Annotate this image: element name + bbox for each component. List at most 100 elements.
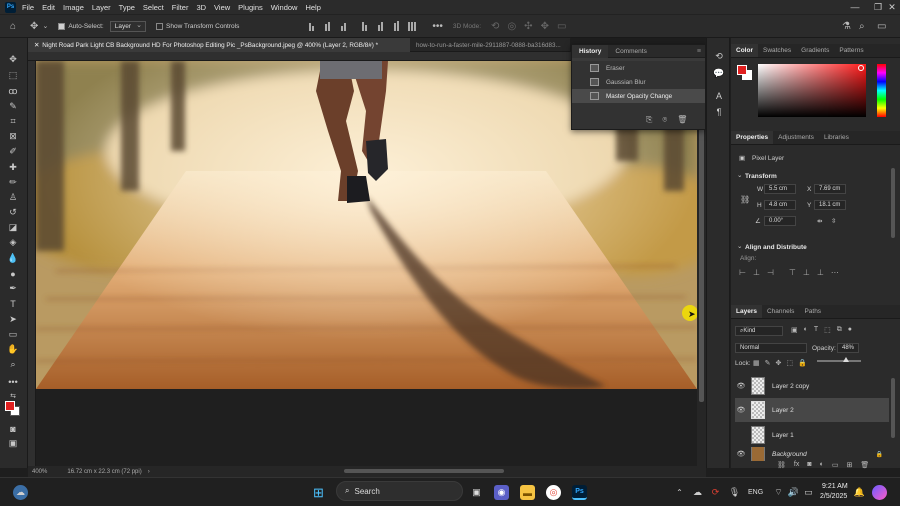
new-layer-icon[interactable]: ⊞	[846, 461, 852, 469]
tab-libraries[interactable]: Libraries	[819, 131, 854, 144]
align-hcenter-icon[interactable]	[322, 21, 332, 31]
align-vcenter-icon[interactable]: ⊥	[803, 268, 810, 277]
align-hcenter-icon[interactable]: ⊥	[753, 268, 760, 277]
dodge-tool-icon[interactable]: ●	[5, 267, 21, 280]
trash-icon[interactable]: 🗑	[860, 461, 869, 469]
menu-edit[interactable]: Edit	[42, 3, 55, 12]
quick-mask-icon[interactable]: ◙	[5, 422, 21, 435]
group-icon[interactable]: ▭	[832, 461, 839, 469]
link-layers-icon[interactable]: ⛓	[777, 461, 786, 469]
layer-filter-kind-dropdown[interactable]: ⌕ Kind	[735, 326, 783, 336]
menu-view[interactable]: View	[214, 3, 230, 12]
battery-icon[interactable]: ▭	[801, 485, 816, 500]
tab-layers[interactable]: Layers	[731, 305, 762, 318]
rectangle-tool-icon[interactable]: ▭	[5, 328, 21, 341]
eyedropper-tool-icon[interactable]: ✐	[5, 145, 21, 158]
filter-smart-object-icon[interactable]: ⧉	[837, 326, 842, 334]
history-panel-icon[interactable]: ⟲	[713, 50, 725, 62]
chevron-up-icon[interactable]: ⌃	[672, 485, 687, 500]
foreground-color-swatch[interactable]	[5, 401, 15, 411]
align-left-icon[interactable]: ⊢	[739, 268, 746, 277]
tab-channels[interactable]: Channels	[762, 305, 799, 318]
menu-3d[interactable]: 3D	[196, 3, 206, 12]
color-picker-marker[interactable]	[858, 65, 864, 71]
layer-row-layer-1[interactable]: · Layer 1	[735, 423, 889, 447]
chevron-down-icon[interactable]: ⌄	[737, 242, 742, 250]
blend-mode-dropdown[interactable]: Normal	[735, 343, 807, 353]
distribute-icon[interactable]	[407, 21, 417, 31]
menu-layer[interactable]: Layer	[92, 3, 111, 12]
flip-horizontal-icon[interactable]: ⇹	[817, 217, 822, 225]
flip-vertical-icon[interactable]: ⇳	[831, 217, 836, 225]
lock-artboard-icon[interactable]: ⬚	[786, 359, 793, 367]
lock-position-icon[interactable]: ✥	[776, 359, 782, 367]
height-field[interactable]: 4.8 cm	[764, 200, 796, 210]
cloud-icon[interactable]: ☁	[690, 485, 705, 500]
eye-icon[interactable]: 👁	[735, 382, 747, 390]
filter-shape-icon[interactable]: ⬚	[824, 326, 831, 334]
history-item-eraser[interactable]: Eraser	[572, 61, 705, 75]
lock-transparent-icon[interactable]: ▦	[753, 359, 760, 367]
paragraph-panel-icon[interactable]: ¶	[713, 106, 725, 118]
microphone-icon[interactable]: 🎙	[727, 485, 742, 500]
tab-comments[interactable]: Comments	[608, 45, 653, 58]
taskbar-search-box[interactable]: ⌕ Search	[336, 481, 463, 501]
language-indicator[interactable]: ENG	[748, 489, 763, 496]
chrome-icon[interactable]: ◎	[546, 485, 561, 500]
align-bottom-icon[interactable]: ⊥	[817, 268, 824, 277]
tab-history[interactable]: History	[572, 44, 609, 58]
task-view-icon[interactable]: ▣	[469, 485, 484, 500]
clone-stamp-icon[interactable]: ♙	[5, 191, 21, 204]
properties-scrollbar[interactable]	[891, 168, 895, 238]
y-position-field[interactable]: 18.1 cm	[814, 200, 846, 210]
layer-row-layer-2[interactable]: 👁 Layer 2	[735, 398, 889, 422]
link-icon[interactable]: ⛓	[740, 195, 750, 204]
eraser-tool-icon[interactable]: ◪	[5, 221, 21, 234]
tab-run-faster-document[interactable]: how-to-run-a-faster-mile-2911887-0888-ba…	[410, 38, 570, 52]
photoshop-logo-icon[interactable]: Ps	[5, 1, 16, 13]
minimize-icon[interactable]: —	[843, 0, 867, 14]
panel-menu-icon[interactable]: ≡	[697, 48, 701, 55]
move-tool-icon[interactable]: ✥	[5, 53, 21, 66]
menu-help[interactable]: Help	[305, 3, 320, 12]
trash-icon[interactable]: 🗑	[677, 115, 687, 125]
character-panel-icon[interactable]: A	[713, 90, 725, 102]
history-brush-icon[interactable]: ↺	[5, 206, 21, 219]
adjustment-layer-icon[interactable]: ◐	[820, 461, 824, 469]
chevron-right-icon[interactable]: ›	[148, 469, 150, 475]
color-picker-field[interactable]	[758, 64, 866, 117]
menu-file[interactable]: File	[22, 3, 34, 12]
tab-paths[interactable]: Paths	[799, 305, 826, 318]
tab-adjustments[interactable]: Adjustments	[773, 131, 819, 144]
auto-select-option[interactable]: Auto-Select:	[58, 22, 104, 30]
crop-tool-icon[interactable]: ⌗	[5, 115, 21, 128]
tab-swatches[interactable]: Swatches	[758, 44, 796, 57]
align-left-icon[interactable]	[306, 21, 316, 31]
file-explorer-icon[interactable]: ▬	[520, 485, 535, 500]
chevron-down-icon[interactable]: ⌄	[42, 22, 48, 30]
filter-adjustment-icon[interactable]: ◐	[804, 326, 808, 334]
wifi-icon[interactable]: ⌔	[771, 485, 786, 500]
filter-pixel-icon[interactable]: ▣	[791, 326, 798, 334]
layer-row-layer-2-copy[interactable]: 👁 Layer 2 copy	[735, 374, 889, 398]
opacity-slider-handle[interactable]	[843, 357, 849, 362]
clock-time[interactable]: 9:21 AM	[822, 483, 848, 490]
copilot-icon[interactable]	[872, 485, 887, 500]
3d-slide-icon[interactable]: ✥	[541, 21, 549, 32]
auto-select-dropdown[interactable]: Layer	[109, 20, 146, 32]
width-field[interactable]: 5.5 cm	[764, 184, 796, 194]
filter-toggle-icon[interactable]: ●	[848, 326, 852, 334]
hand-tool-icon[interactable]: ✋	[5, 343, 21, 356]
eye-icon[interactable]: 👁	[735, 406, 747, 414]
close-icon[interactable]: ✕	[880, 0, 900, 14]
tab-night-road-document[interactable]: ✕ Night Road Park Light CB Background HD …	[28, 38, 410, 52]
lock-all-icon[interactable]: 🔒	[798, 359, 807, 367]
align-right-icon[interactable]: ⊣	[767, 268, 774, 277]
align-top-icon[interactable]	[359, 21, 369, 31]
x-position-field[interactable]: 7.69 cm	[814, 184, 846, 194]
pen-tool-icon[interactable]: ✒	[5, 282, 21, 295]
history-item-gaussian-blur[interactable]: Gaussian Blur	[572, 75, 705, 89]
more-options-icon[interactable]: ⋯	[831, 268, 839, 277]
volume-icon[interactable]: 🔊	[786, 485, 801, 500]
3d-pan-icon[interactable]: ✣	[524, 21, 532, 32]
